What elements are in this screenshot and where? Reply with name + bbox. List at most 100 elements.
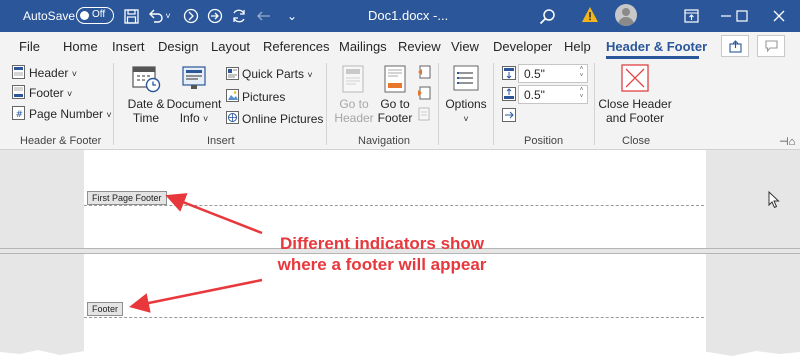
tab-developer[interactable]: Developer: [493, 39, 552, 54]
pictures-button[interactable]: Pictures: [242, 90, 285, 104]
customize-toolbar-icon[interactable]: ⌄: [282, 6, 302, 26]
footer-from-bottom-field[interactable]: 0.5" ˄ ˅: [518, 85, 588, 104]
quick-parts-dropdown-icon: ˅: [307, 70, 313, 80]
left-margin-area: [0, 150, 84, 364]
quick-parts-label: Quick Parts: [242, 67, 305, 81]
document-canvas: First Page Footer Footer Different indic…: [0, 150, 800, 364]
autosave-toggle[interactable]: Off: [76, 7, 114, 24]
page-number-label: Page Number: [29, 107, 104, 121]
date-time-label-1: Date &: [127, 97, 165, 111]
close-header-footer-button[interactable]: Close Header and Footer: [596, 97, 674, 125]
footer-icon: [12, 85, 25, 102]
document-info-button[interactable]: Document Info ˅: [166, 97, 222, 125]
header-dropdown-icon: ˅: [71, 69, 77, 79]
group-separator: [113, 63, 114, 145]
tab-layout[interactable]: Layout: [211, 39, 250, 54]
save-icon[interactable]: [121, 6, 141, 26]
header-spinner-arrows[interactable]: ˄ ˅: [577, 66, 586, 81]
go-to-header-button[interactable]: Go to Header: [333, 97, 375, 125]
annotation-line-1: Different indicators show: [279, 234, 485, 253]
header-button[interactable]: Header ˅: [29, 66, 77, 80]
footer-spinner-arrows[interactable]: ˄ ˅: [577, 87, 586, 102]
group-separator: [493, 63, 494, 145]
footer-from-bottom-value: 0.5": [524, 88, 545, 102]
back-arrow-icon[interactable]: [254, 6, 274, 26]
ribbon-tabs: File Home Insert Design Layout Reference…: [0, 32, 800, 59]
calendar-clock-icon: [131, 63, 161, 96]
group-label-position: Position: [524, 135, 564, 147]
first-page-footer-tag: First Page Footer: [87, 191, 167, 205]
search-icon[interactable]: [537, 6, 557, 26]
group-separator: [438, 63, 439, 145]
date-time-button[interactable]: Date & Time: [124, 97, 168, 125]
go-to-header-label-2: Header: [334, 111, 374, 125]
ribbon: Header ˅ Footer ˅ # Page Number ˅ Header…: [0, 59, 800, 150]
tab-mailings[interactable]: Mailings: [339, 39, 387, 54]
warning-icon[interactable]: [581, 6, 599, 24]
go-to-footer-button[interactable]: Go to Footer: [374, 97, 416, 125]
pin-ribbon-icon[interactable]: ⊣⌂: [779, 135, 795, 148]
tab-review[interactable]: Review: [398, 39, 441, 54]
quick-parts-icon: [226, 67, 239, 83]
tab-home[interactable]: Home: [63, 39, 98, 54]
tab-help[interactable]: Help: [564, 39, 591, 54]
close-header-footer-icon: [621, 64, 649, 95]
group-label-close: Close: [622, 135, 651, 147]
link-to-previous-icon[interactable]: [417, 107, 431, 124]
document-info-label-2: Info: [179, 111, 200, 125]
forward-icon[interactable]: [205, 6, 225, 26]
pictures-icon: [226, 89, 239, 105]
avatar-head: [622, 8, 630, 16]
tab-header-footer[interactable]: Header & Footer: [606, 39, 707, 54]
close-header-footer-label-2: and Footer: [605, 111, 665, 125]
close-icon[interactable]: [769, 6, 789, 26]
tab-references[interactable]: References: [263, 39, 329, 54]
mouse-cursor-icon: [768, 190, 780, 209]
share-icon: [728, 39, 742, 53]
footer-tag: Footer: [87, 302, 124, 316]
options-dropdown-icon: ˅: [463, 114, 469, 124]
sync-icon[interactable]: [229, 6, 249, 26]
avatar[interactable]: [615, 4, 637, 26]
previous-section-icon[interactable]: [417, 65, 431, 82]
group-separator: [594, 63, 595, 145]
options-button[interactable]: Options ˅: [443, 97, 489, 125]
header-from-top-value: 0.5": [524, 67, 545, 81]
header-from-top-field[interactable]: 0.5" ˄ ˅: [518, 64, 588, 83]
header-position-icon: [502, 66, 516, 83]
go-to-footer-label-1: Go to: [380, 97, 410, 111]
page-number-button[interactable]: Page Number ˅: [29, 107, 112, 121]
quick-parts-button[interactable]: Quick Parts ˅: [242, 67, 313, 81]
group-label-insert: Insert: [207, 135, 235, 147]
footer-label: Footer: [29, 86, 64, 100]
tab-view[interactable]: View: [451, 39, 479, 54]
online-pictures-button[interactable]: Online Pictures: [242, 112, 323, 126]
tab-file[interactable]: File: [19, 39, 40, 54]
svg-text:#: #: [16, 110, 24, 120]
undo-dropdown-icon[interactable]: ˅: [162, 6, 174, 26]
tab-insert[interactable]: Insert: [112, 39, 145, 54]
document-info-label-1: Document: [166, 97, 222, 111]
go-to-footer-label-2: Footer: [377, 111, 413, 125]
page-number-icon: #: [12, 106, 25, 123]
annotation-callout: Different indicators show where a footer…: [247, 233, 517, 275]
comment-icon: [764, 40, 778, 52]
close-header-footer-label-1: Close Header: [598, 97, 672, 111]
go-to-header-label-1: Go to: [339, 97, 369, 111]
footer-boundary-line: [84, 205, 704, 206]
next-section-icon[interactable]: [417, 86, 431, 103]
options-label: Options: [445, 97, 487, 111]
online-pictures-icon: [226, 111, 239, 127]
insert-alignment-tab-icon[interactable]: [502, 108, 516, 125]
group-label-header-footer: Header & Footer: [20, 135, 102, 147]
tab-design[interactable]: Design: [158, 39, 198, 54]
group-separator: [326, 63, 327, 145]
redo-icon[interactable]: [181, 6, 201, 26]
go-to-header-icon: [342, 65, 364, 96]
footer-button[interactable]: Footer ˅: [29, 86, 72, 100]
comments-button[interactable]: [757, 35, 785, 57]
share-button[interactable]: [721, 35, 749, 57]
maximize-icon[interactable]: [732, 6, 752, 26]
ribbon-display-options-icon[interactable]: [681, 6, 701, 26]
autosave-label: AutoSave: [23, 9, 76, 23]
